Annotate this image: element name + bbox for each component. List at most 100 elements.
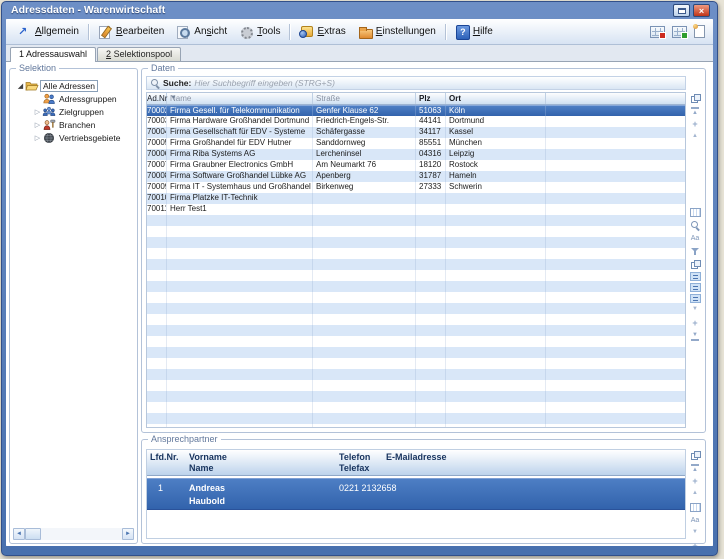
table-row-empty[interactable] [147,369,685,380]
table-row-empty[interactable] [147,347,685,358]
scroll-top-icon[interactable] [690,106,701,117]
cell-filler [546,127,685,138]
scroll-thumb[interactable] [25,528,41,540]
fontsize-icon[interactable] [690,515,701,526]
contact-row[interactable]: 1AndreasHaubold0221 2132658 [147,478,685,510]
scroll-right-arrow-icon[interactable]: ► [122,528,134,540]
table-row[interactable]: 70003Firma Hardware Großhandel DortmundF… [147,116,685,127]
table-row[interactable]: 70004Firma Gesellschaft für EDV - System… [147,127,685,138]
column-header-ad-nr[interactable]: Ad.Nr▼ [147,93,167,104]
tree-item-adressgruppen[interactable]: Adressgruppen [12,92,135,105]
table-row[interactable]: 70010Firma Platzke IT-Technik [147,193,685,204]
table-row-empty[interactable] [147,314,685,325]
close-button[interactable]: × [693,4,710,17]
menu-item-tools[interactable]: Tools [233,23,286,40]
table-row[interactable]: 70006Firma Riba Systems AGLercheninsel04… [147,149,685,160]
layout-list-icon[interactable] [690,272,701,281]
contact-column-header-e-mailadresse[interactable]: E-Mailadresse [383,450,685,475]
cell [313,281,416,292]
layout-list-icon[interactable] [690,283,701,292]
add-icon[interactable] [690,119,701,130]
scroll-bottom-icon[interactable] [690,331,701,342]
table-row-empty[interactable] [147,270,685,281]
menu-item-extras[interactable]: Extras [293,23,351,40]
tree-item-branchen[interactable]: ▷Branchen [12,118,135,131]
filter-icon[interactable] [690,246,701,257]
expander-collapsed-icon[interactable]: ▷ [33,121,42,129]
tree-item-alle-adressen[interactable]: ◢Alle Adressen [12,79,135,92]
expander-expanded-icon[interactable]: ◢ [16,82,25,90]
down-icon[interactable] [690,528,701,539]
cell: 04316 [416,149,446,160]
cell [446,204,546,215]
table-row-empty[interactable] [147,248,685,259]
titlebar[interactable]: Adressdaten - Warenwirtschaft × [2,2,717,19]
contact-column-header-lfd-nr-[interactable]: Lfd.Nr. [147,450,186,475]
duplicate-icon[interactable] [690,259,701,270]
column-header-plz[interactable]: Plz [416,93,446,104]
columns-icon[interactable] [690,502,701,513]
menu-item-hilfe[interactable]: Hilfe [449,23,499,40]
expander-collapsed-icon[interactable]: ▷ [33,108,42,116]
table-add-icon[interactable] [672,26,687,38]
tree-item-zielgruppen[interactable]: ▷Zielgruppen [12,105,135,118]
table-row-empty[interactable] [147,292,685,303]
layout-list-icon[interactable] [690,294,701,303]
menu-item-bearbeiten[interactable]: Bearbeiten [92,23,170,40]
menu-item-ansicht[interactable]: Ansicht [170,23,233,40]
table-row-empty[interactable] [147,336,685,347]
table-row-empty[interactable] [147,402,685,413]
column-header-name[interactable]: Name [167,93,313,104]
add-icon[interactable] [690,318,701,329]
cell [446,226,546,237]
table-row-empty[interactable] [147,358,685,369]
table-row-empty[interactable] [147,303,685,314]
column-header-ort[interactable]: Ort [446,93,546,104]
expander-collapsed-icon[interactable]: ▷ [33,134,42,142]
table-remove-icon[interactable] [650,26,665,38]
table-row-empty[interactable] [147,391,685,402]
table-row[interactable]: 70005Firma Großhandel für EDV HutnerSand… [147,138,685,149]
tab-2-selektionspool[interactable]: 2 Selektionspool [97,47,181,61]
table-row[interactable]: 70011Herr Test1 [147,204,685,215]
contact-column-header-telefon[interactable]: TelefonTelefax [336,450,383,475]
table-row-empty[interactable] [147,380,685,391]
table-row-empty[interactable] [147,215,685,226]
table-row-empty[interactable] [147,259,685,270]
add-icon[interactable] [690,476,701,487]
cell [147,369,167,380]
search-small-icon[interactable] [690,220,701,231]
table-row[interactable]: 70007Firma Graubner Electronics GmbHAm N… [147,160,685,171]
table-row-empty[interactable] [147,325,685,336]
table-row[interactable]: 70002Firma Gesell. für Telekommunikation… [147,105,685,116]
address-tree: ◢Alle AdressenAdressgruppen▷Zielgruppen▷… [12,79,135,525]
table-row-empty[interactable] [147,281,685,292]
down-icon[interactable] [690,305,701,316]
up-icon[interactable] [690,132,701,143]
tree-item-vertriebsgebiete[interactable]: ▷Vertriebsgebiete [12,131,135,144]
menu-item-allgemein[interactable]: Allgemein [11,23,85,40]
table-row-empty[interactable] [147,413,685,424]
copy-icon[interactable] [690,450,701,461]
table-row[interactable]: 70009Firma IT - Systemhaus und Großhande… [147,182,685,193]
restore-button[interactable] [673,4,690,17]
up-icon[interactable] [690,489,701,500]
contact-column-header-vorname[interactable]: VornameName [186,450,336,475]
scroll-top-icon[interactable] [690,463,701,474]
column-header-stra-e[interactable]: Straße [313,93,416,104]
add-icon[interactable] [690,541,701,546]
menu-item-einstellungen[interactable]: Einstellungen [352,23,442,40]
table-row-empty[interactable] [147,226,685,237]
search-label: Suche: [163,78,191,88]
new-document-icon[interactable] [694,25,705,38]
copy-icon[interactable] [690,93,701,104]
tab-1-adressauswahl[interactable]: 1 Adressauswahl [10,47,96,62]
table-row[interactable]: 70008Firma Software Großhandel Lübke AGA… [147,171,685,182]
table-row-empty[interactable] [147,424,685,428]
table-row-empty[interactable] [147,237,685,248]
scroll-left-arrow-icon[interactable]: ◄ [13,528,25,540]
cell [313,358,416,369]
fontsize-icon[interactable] [690,233,701,244]
search-input[interactable] [194,78,682,88]
columns-icon[interactable] [690,207,701,218]
